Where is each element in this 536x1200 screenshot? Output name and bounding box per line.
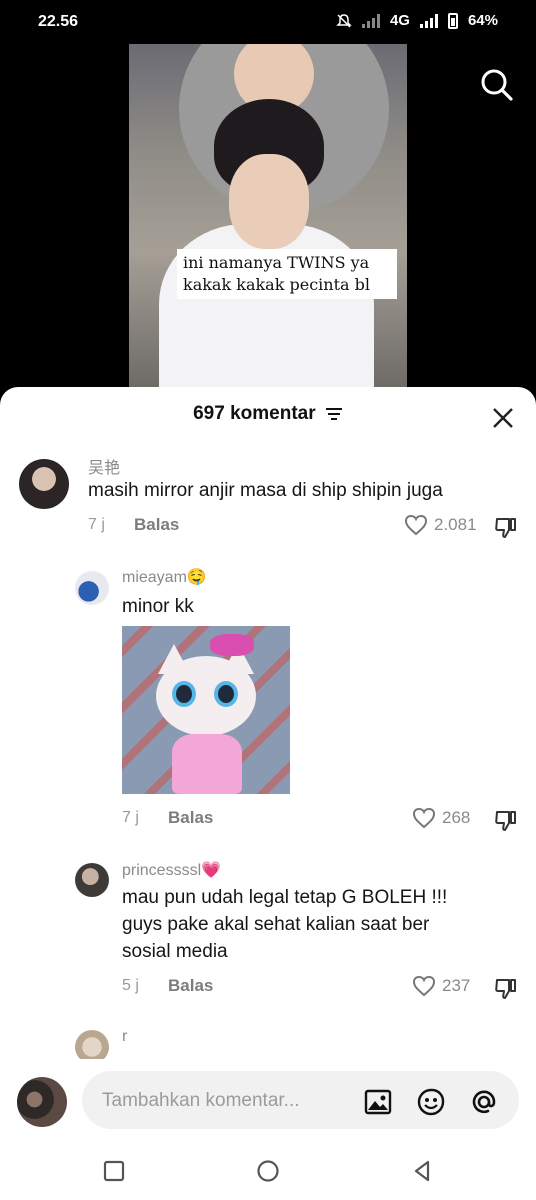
search-icon[interactable] bbox=[480, 68, 514, 102]
status-bar: 22.56 4G 64% bbox=[0, 0, 536, 44]
system-nav-bar bbox=[0, 1141, 536, 1200]
video-figure-face bbox=[229, 154, 309, 249]
comment-username[interactable]: r bbox=[122, 1028, 127, 1046]
at-icon[interactable] bbox=[469, 1087, 499, 1117]
status-time: 22.56 bbox=[38, 13, 79, 30]
user-avatar[interactable] bbox=[17, 1077, 67, 1127]
battery-level: 64% bbox=[467, 12, 498, 29]
comment-input-bar: Tambahkan komentar... bbox=[0, 1059, 536, 1141]
video-caption: ini namanya TWINS ya kakak kakak pecinta… bbox=[177, 249, 397, 299]
status-icons: 4G 64% bbox=[336, 12, 498, 29]
video-player[interactable]: ini namanya TWINS ya kakak kakak pecinta… bbox=[129, 44, 407, 389]
emoji-icon[interactable] bbox=[416, 1087, 446, 1117]
battery-icon bbox=[447, 12, 458, 29]
network-type: 4G bbox=[389, 12, 410, 29]
signal-icon-2 bbox=[419, 13, 438, 28]
recent-apps-icon[interactable] bbox=[102, 1159, 126, 1183]
image-icon[interactable] bbox=[363, 1087, 393, 1117]
mute-bell-icon bbox=[336, 13, 352, 28]
signal-icon bbox=[361, 13, 380, 28]
comment-input[interactable]: Tambahkan komentar... bbox=[82, 1071, 519, 1129]
back-icon[interactable] bbox=[410, 1159, 434, 1183]
comment-item: r bbox=[0, 387, 536, 1064]
home-icon[interactable] bbox=[256, 1159, 280, 1183]
comment-input-placeholder: Tambahkan komentar... bbox=[102, 1090, 300, 1111]
